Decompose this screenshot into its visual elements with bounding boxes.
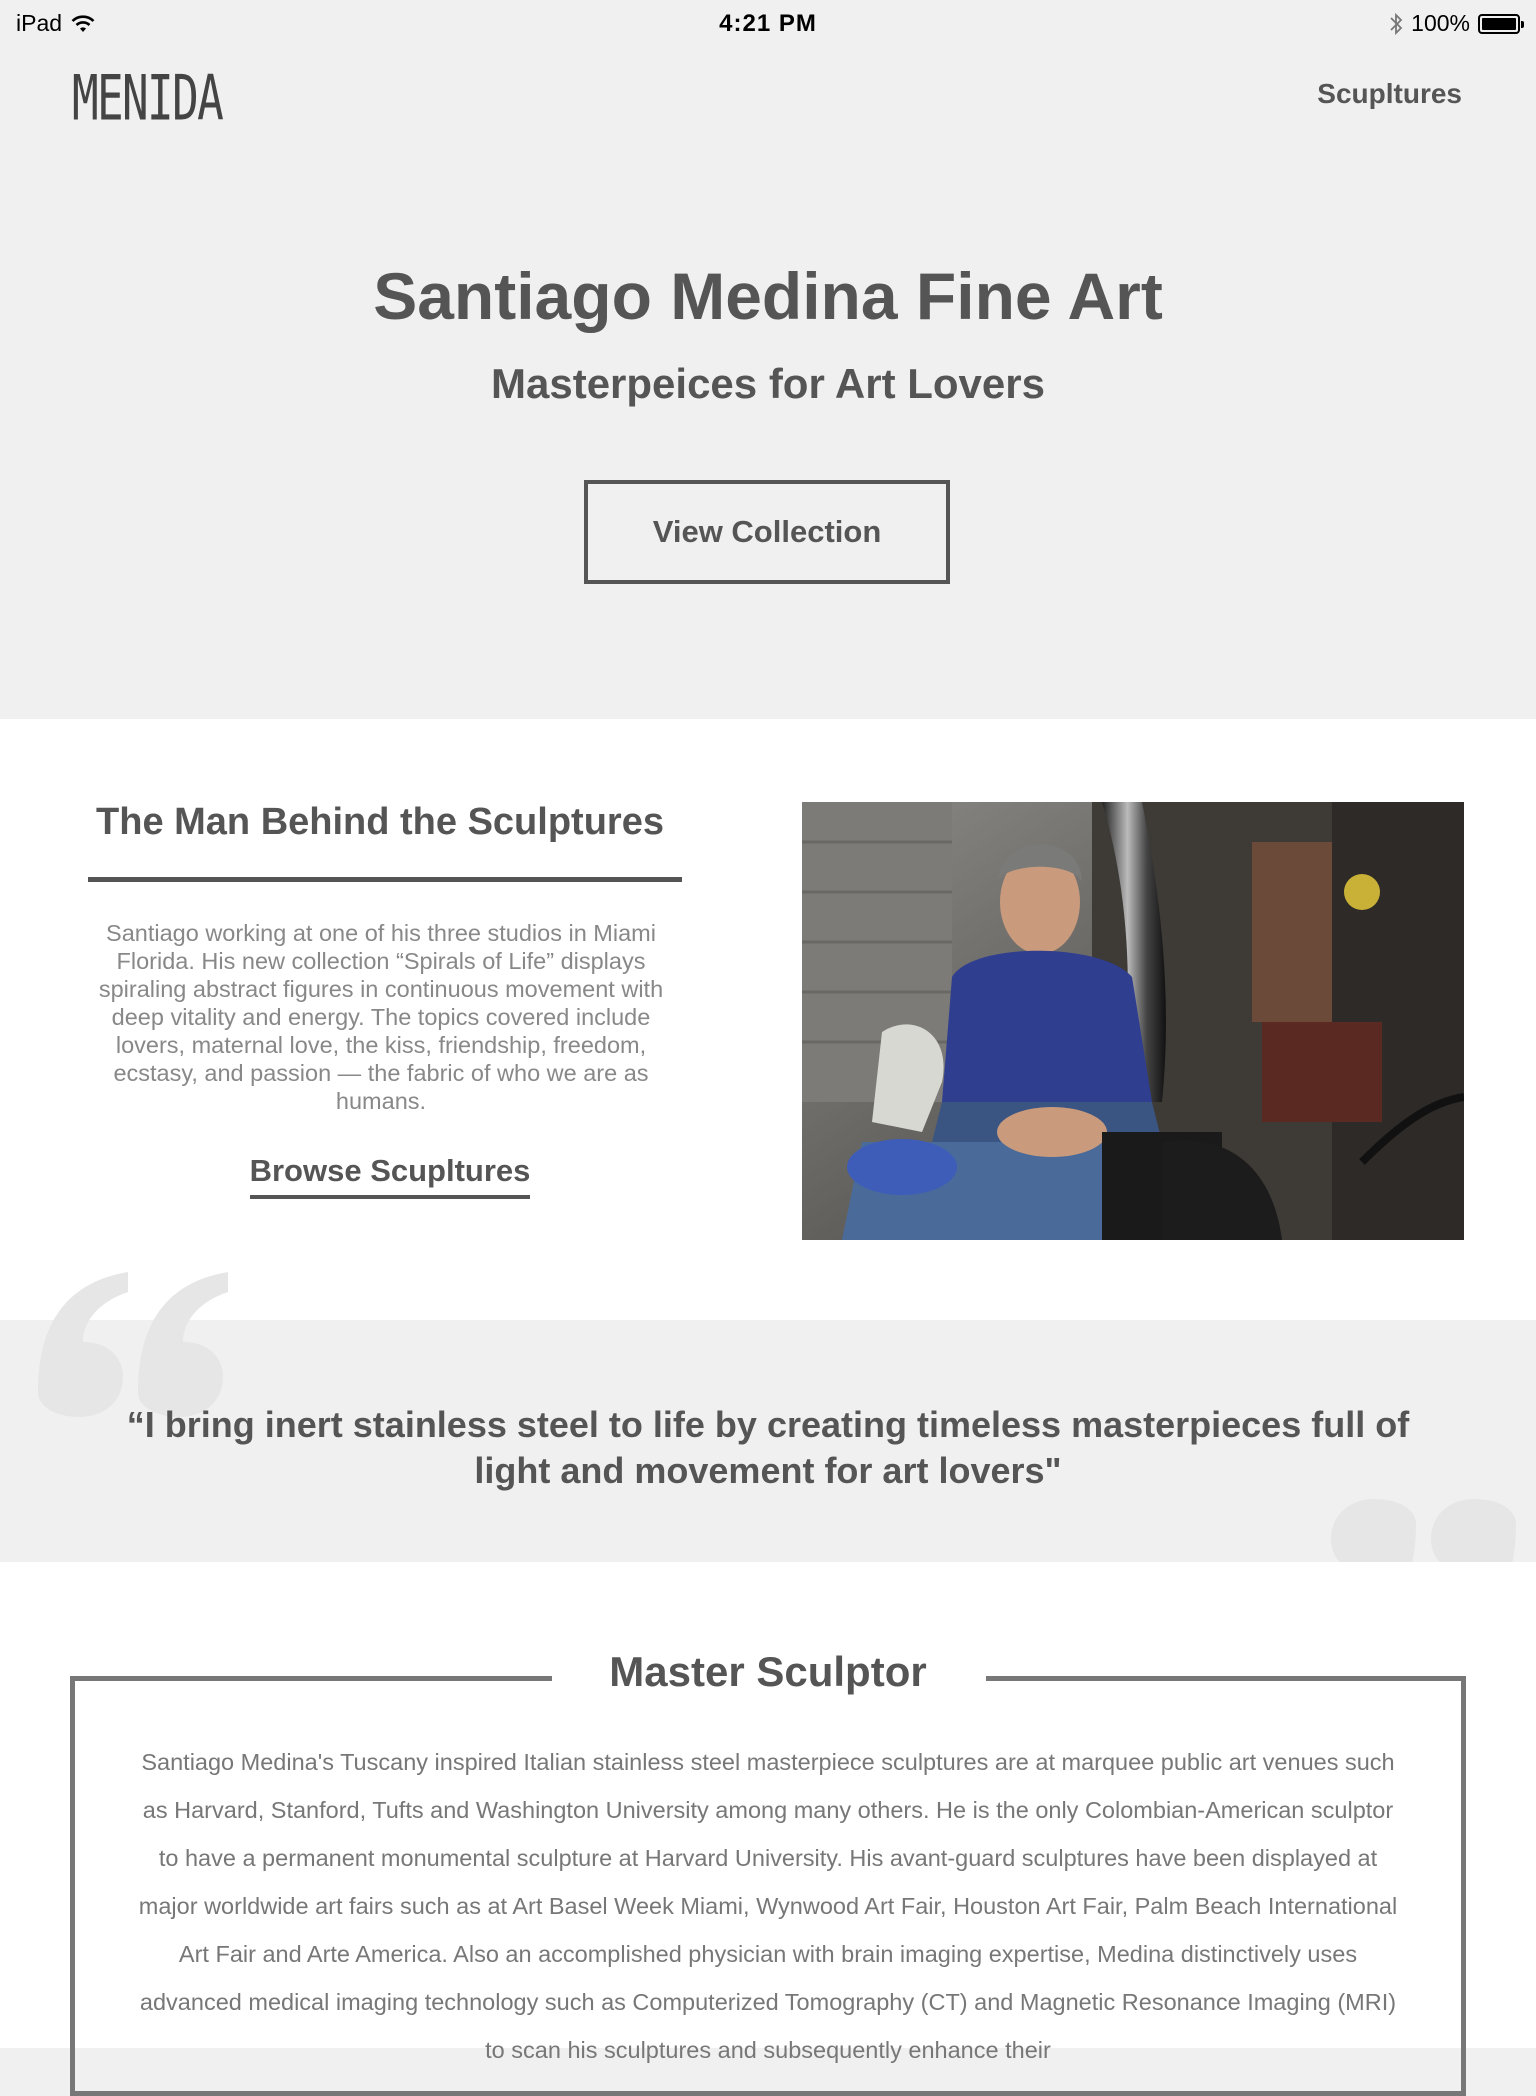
nav-sculptures-link[interactable]: Scupltures (1317, 78, 1462, 110)
hero-title: Santiago Medina Fine Art (373, 259, 1163, 333)
status-right: 100% (1389, 10, 1524, 37)
master-text: Santiago Medina's Tuscany inspired Itali… (138, 1749, 1398, 2063)
about-section: The Man Behind the Sculptures Santiago w… (0, 719, 1536, 1321)
status-time: 4:21 PM (719, 10, 817, 37)
site-logo[interactable]: MENIDA (72, 62, 224, 134)
about-text: Santiago working at one of his three stu… (98, 920, 664, 1114)
battery-percent: 100% (1411, 10, 1470, 36)
about-divider (88, 877, 682, 882)
battery-icon (1478, 13, 1524, 34)
bluetooth-icon (1390, 12, 1403, 35)
browse-link-wrap: Browse Scupltures (0, 1153, 780, 1199)
master-section: Master Sculptor Santiago Medina's Tuscan… (0, 1562, 1536, 2096)
view-collection-button[interactable]: View Collection (584, 480, 950, 584)
quote-text: “I bring inert stainless steel to life b… (126, 1404, 1410, 1491)
browse-sculptures-link[interactable]: Browse Scupltures (249, 1153, 531, 1199)
open-quote-icon (38, 1272, 228, 1417)
about-title: The Man Behind the Sculptures (96, 801, 664, 843)
status-bar: iPad 4:21 PM 100% (0, 0, 1536, 48)
hero-subtitle: Masterpeices for Art Lovers (491, 360, 1045, 407)
master-title: Master Sculptor (609, 1648, 927, 1695)
artist-photo (802, 802, 1464, 1240)
